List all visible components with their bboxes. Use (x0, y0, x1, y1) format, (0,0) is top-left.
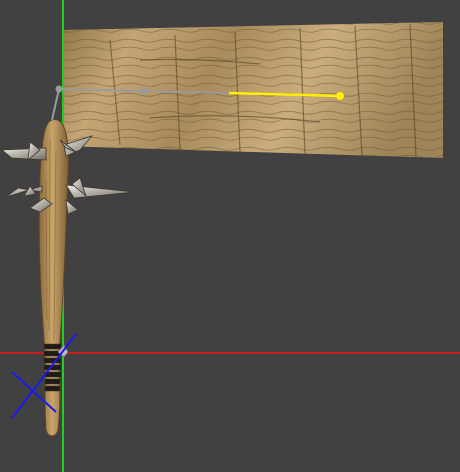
bone-joint-mid[interactable] (140, 87, 148, 95)
bone-joint-root[interactable] (55, 85, 63, 93)
3d-viewport[interactable] (0, 0, 460, 472)
selected-bone-tip[interactable] (336, 92, 344, 100)
spiked-club-mesh[interactable] (0, 119, 135, 437)
viewport-scene[interactable] (0, 0, 460, 472)
